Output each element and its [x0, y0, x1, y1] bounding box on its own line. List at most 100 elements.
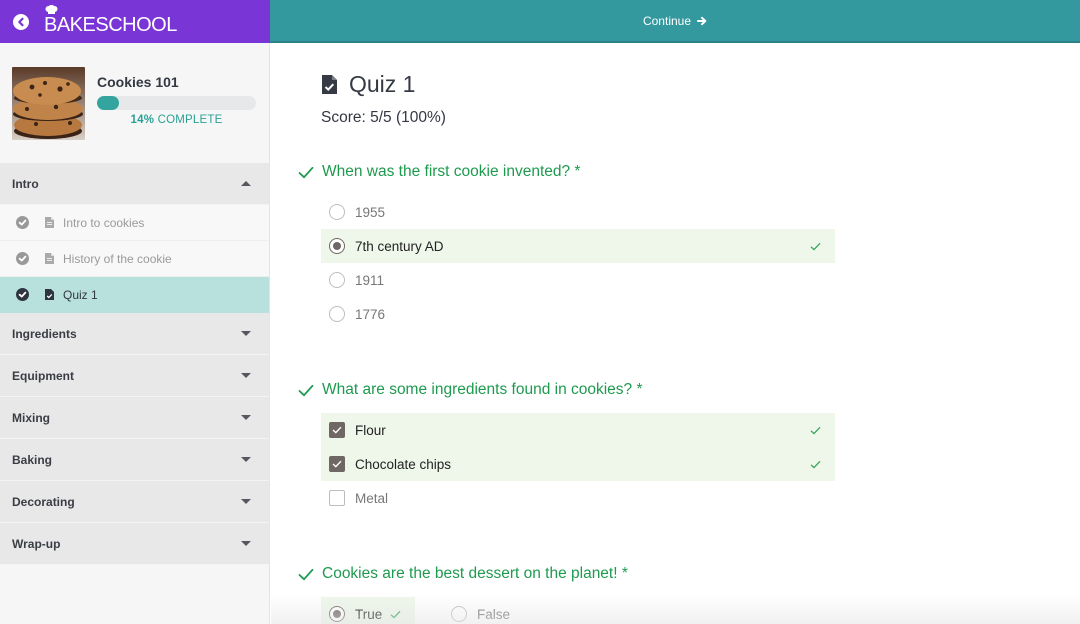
caret-down-icon [241, 415, 251, 420]
question-text: Cookies are the best dessert on the plan… [322, 565, 628, 582]
quiz-document-icon [45, 289, 54, 300]
check-icon [298, 166, 314, 178]
question-1: When was the first cookie invented? * 19… [298, 163, 835, 331]
chef-hat-icon [45, 4, 58, 14]
bakeschool-logo[interactable]: BAKESCHOOL [44, 4, 177, 36]
progress-percent: 14% [130, 114, 155, 126]
check-icon [298, 568, 314, 580]
lesson-intro-to-cookies[interactable]: Intro to cookies [0, 205, 269, 241]
radio-button[interactable] [329, 306, 345, 322]
progress-fill [97, 96, 120, 110]
option-label: 1955 [355, 204, 386, 220]
brand-name: BAKESCHOOL [44, 13, 177, 36]
check-icon [298, 384, 314, 396]
course-title: Cookies 101 [97, 74, 179, 90]
answer-option[interactable]: 1911 [321, 263, 835, 297]
sidebar-section-mixing[interactable]: Mixing [0, 397, 269, 439]
check-circle-icon [16, 216, 29, 229]
lesson-label: Quiz 1 [63, 287, 98, 302]
question-header: What are some ingredients found in cooki… [298, 381, 835, 399]
course-progress-bar [97, 96, 256, 110]
course-sidebar: Cookies 101 14% COMPLETE Intro Intro to … [0, 43, 270, 624]
checkmark-icon [332, 460, 342, 468]
quiz-document-icon [322, 75, 337, 94]
correct-check-icon [810, 242, 821, 251]
correct-check-icon [810, 426, 821, 435]
checkmark-icon [332, 426, 342, 434]
course-thumbnail [12, 66, 85, 140]
section-label: Wrap-up [12, 536, 61, 551]
check-circle-icon [16, 252, 29, 265]
correct-check-icon [390, 610, 401, 619]
radio-button[interactable] [329, 272, 345, 288]
option-label: 7th century AD [355, 238, 444, 254]
section-label: Mixing [12, 410, 50, 425]
sidebar-section-wrap-up[interactable]: Wrap-up [0, 523, 269, 565]
question-header: Cookies are the best dessert on the plan… [298, 565, 628, 583]
lesson-quiz-1[interactable]: Quiz 1 [0, 277, 269, 313]
caret-up-icon [241, 181, 251, 186]
quiz-title: Quiz 1 [322, 71, 415, 98]
answer-option[interactable]: 1955 [321, 195, 835, 229]
course-card: Cookies 101 14% COMPLETE [0, 43, 269, 163]
answer-option-false[interactable]: False [443, 597, 520, 624]
caret-down-icon [241, 457, 251, 462]
radio-button[interactable] [329, 238, 345, 254]
answer-options: Flour Chocolate chips Metal [321, 413, 835, 515]
caret-down-icon [241, 499, 251, 504]
checkbox[interactable] [329, 422, 345, 438]
answer-option[interactable]: Flour [321, 413, 835, 447]
radio-button[interactable] [329, 606, 345, 622]
section-label: Intro [12, 176, 39, 191]
option-label: 1776 [355, 306, 386, 322]
sidebar-section-equipment[interactable]: Equipment [0, 355, 269, 397]
answer-option[interactable]: Metal [321, 481, 835, 515]
answer-option[interactable]: Chocolate chips [321, 447, 835, 481]
correct-check-icon [810, 460, 821, 469]
caret-down-icon [241, 373, 251, 378]
top-bar: Continue [270, 0, 1080, 43]
question-2: What are some ingredients found in cooki… [298, 381, 835, 515]
lesson-history-of-the-cookie[interactable]: History of the cookie [0, 241, 269, 277]
progress-suffix: COMPLETE [157, 114, 223, 126]
sidebar-section-baking[interactable]: Baking [0, 439, 269, 481]
answer-option-true[interactable]: True [321, 597, 415, 624]
sidebar-section-ingredients[interactable]: Ingredients [0, 313, 269, 355]
section-label: Ingredients [12, 326, 77, 341]
check-circle-icon [16, 288, 29, 301]
sidebar-section-intro[interactable]: Intro [0, 163, 269, 205]
continue-label: Continue [642, 13, 692, 28]
radio-button[interactable] [451, 606, 467, 622]
progress-label: 14% COMPLETE [97, 114, 256, 126]
question-text: What are some ingredients found in cooki… [322, 381, 643, 398]
quiz-title-text: Quiz 1 [349, 71, 416, 97]
quiz-score: Score: 5/5 (100%) [321, 109, 446, 126]
caret-down-icon [241, 331, 251, 336]
arrow-right-icon [697, 16, 707, 25]
checkbox[interactable] [329, 490, 345, 506]
option-label: Metal [355, 490, 389, 506]
option-label: 1911 [355, 272, 385, 288]
option-label: Flour [355, 422, 386, 438]
section-label: Equipment [12, 368, 74, 383]
answer-option[interactable]: 7th century AD [321, 229, 835, 263]
answer-option[interactable]: 1776 [321, 297, 835, 331]
back-button[interactable] [13, 13, 29, 30]
document-icon [45, 253, 54, 264]
option-label: True [355, 606, 383, 622]
question-header: When was the first cookie invented? * [298, 163, 835, 181]
answer-options: True False [321, 597, 628, 624]
question-text: When was the first cookie invented? * [322, 163, 581, 180]
stacked-cookies-image [12, 66, 85, 140]
course-info: Cookies 101 14% COMPLETE [97, 74, 257, 126]
radio-button[interactable] [329, 204, 345, 220]
document-icon [45, 217, 54, 228]
section-label: Decorating [12, 494, 75, 509]
sidebar-section-decorating[interactable]: Decorating [0, 481, 269, 523]
continue-button[interactable]: Continue [643, 14, 707, 28]
chevron-left-icon [18, 17, 24, 26]
checkbox[interactable] [329, 456, 345, 472]
brand-bar: BAKESCHOOL [0, 0, 270, 43]
question-3: Cookies are the best dessert on the plan… [298, 565, 628, 624]
caret-down-icon [241, 541, 251, 546]
